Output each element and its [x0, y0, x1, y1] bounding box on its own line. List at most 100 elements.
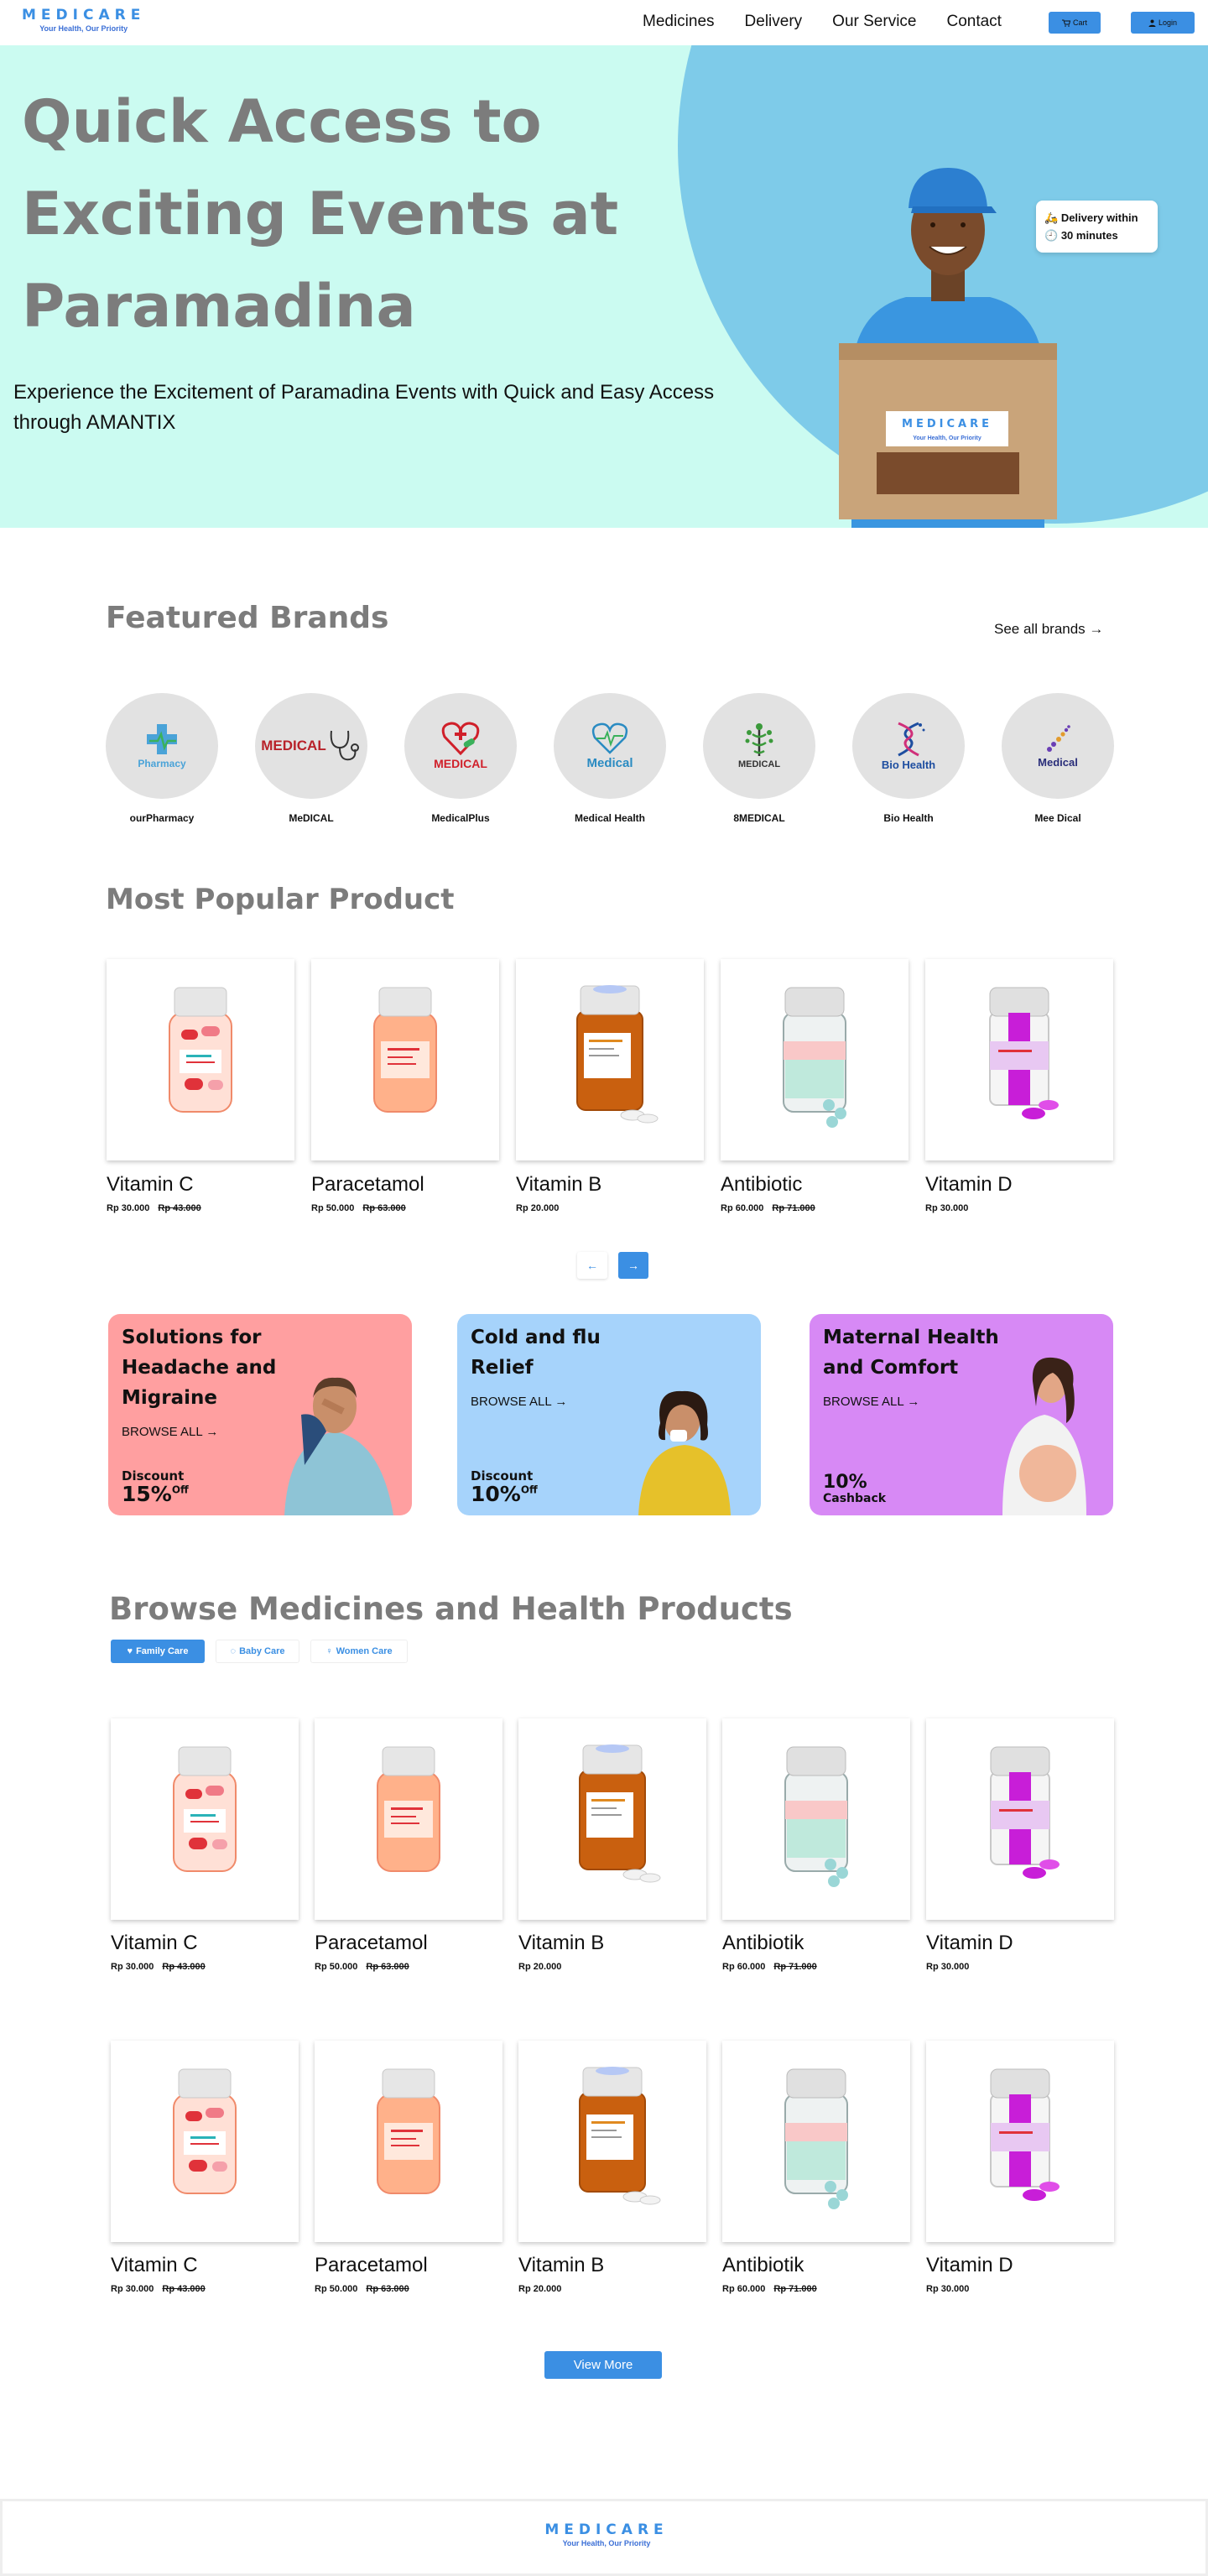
nav-link-contact[interactable]: Contact	[946, 13, 1001, 31]
featured-brands-title: Featured Brands	[106, 601, 389, 635]
cart-button[interactable]: Cart	[1049, 12, 1101, 34]
promo-card-headache[interactable]: Solutions for Headache and Migraine BROW…	[108, 1314, 412, 1515]
brand-item-medical-health[interactable]: Medical Medical Health	[554, 693, 666, 824]
dots-swirl-icon	[1047, 724, 1070, 752]
product-name[interactable]: Paracetamol	[311, 1173, 424, 1197]
product-card[interactable]	[926, 1718, 1114, 1920]
prev-page-button[interactable]: ←	[577, 1252, 607, 1279]
product-price: Rp 20.000	[516, 1203, 560, 1213]
promo-card-maternal[interactable]: Maternal Health and Comfort BROWSE ALL →…	[810, 1314, 1113, 1515]
product-card[interactable]	[518, 2041, 706, 2242]
vitamin-b-bottle-icon	[558, 1739, 667, 1902]
product-name[interactable]: Antibiotik	[722, 1932, 804, 1955]
product-old-price: Rp 71.000	[773, 1962, 817, 1972]
login-button[interactable]: Login	[1131, 12, 1195, 34]
promo-discount-value: 10%Off	[471, 1482, 538, 1506]
product-card[interactable]	[107, 959, 294, 1160]
brand-name: Mee Dical	[1034, 812, 1081, 824]
promo-title: Solutions for Headache and Migraine	[122, 1327, 277, 1409]
product-name[interactable]: Antibiotik	[722, 2254, 804, 2277]
product-price: Rp 30.000	[925, 1203, 969, 1213]
nav-link-medicines[interactable]: Medicines	[643, 13, 715, 31]
promo-discount-value: 15%Off	[122, 1482, 189, 1506]
hero-subtitle: Experience the Excitement of Paramadina …	[13, 381, 715, 434]
delivery-badge: 🛵 Delivery within 🕘 30 minutes	[1036, 201, 1158, 253]
product-old-price: Rp 71.000	[772, 1203, 815, 1213]
brand-name: Bio Health	[883, 812, 934, 824]
product-card[interactable]	[315, 2041, 502, 2242]
paracetamol-bottle-icon	[351, 979, 460, 1143]
product-name[interactable]: Vitamin B	[518, 2254, 604, 2277]
product-name[interactable]: Vitamin C	[111, 1932, 198, 1955]
brand-item-ourpharmacy[interactable]: Pharmacy ourPharmacy	[106, 693, 218, 824]
cart-icon	[1061, 19, 1070, 27]
product-card[interactable]	[315, 1718, 502, 1920]
product-name[interactable]: Vitamin D	[925, 1173, 1013, 1197]
product-card[interactable]	[721, 959, 909, 1160]
logo-tagline: Your Health, Our Priority	[39, 24, 128, 33]
cart-label: Cart	[1072, 18, 1087, 27]
brand-item-medical[interactable]: MEDICAL MeDICAL	[255, 693, 367, 824]
tab-baby-care[interactable]: ◌ Baby Care	[216, 1640, 299, 1663]
woman-with-cold-illustration	[638, 1390, 731, 1515]
antibiotic-bottle-icon	[762, 1739, 871, 1902]
paracetamol-bottle-icon	[354, 1739, 463, 1902]
antibiotic-bottle-icon	[762, 2061, 871, 2224]
brand-item-mee-dical[interactable]: Medical Mee Dical	[1002, 693, 1114, 824]
view-more-button[interactable]: View More	[544, 2351, 662, 2379]
nav-links: Medicines Delivery Our Service Contact	[643, 13, 1002, 31]
product-old-price: Rp 43.000	[158, 1203, 201, 1213]
product-name[interactable]: Antibiotic	[721, 1173, 802, 1197]
caduceus-tree-icon	[745, 723, 773, 756]
user-icon	[1148, 19, 1156, 27]
brand-item-8medical[interactable]: MEDICAL 8MEDICAL	[703, 693, 815, 824]
top-nav: MEDICARE Your Health, Our Priority Medic…	[0, 0, 1208, 45]
product-price: Rp 20.000	[518, 2284, 562, 2294]
product-card[interactable]	[926, 2041, 1114, 2242]
product-name[interactable]: Vitamin C	[107, 1173, 194, 1197]
tab-women-care[interactable]: ♀ Women Care	[310, 1640, 408, 1663]
nav-link-delivery[interactable]: Delivery	[745, 13, 803, 31]
product-name[interactable]: Paracetamol	[315, 1932, 428, 1955]
product-card[interactable]	[722, 1718, 910, 1920]
brand-logo-text: Pharmacy	[138, 758, 186, 769]
footer: MEDICARE Your Health, Our Priority	[0, 2499, 1208, 2576]
product-name[interactable]: Vitamin B	[518, 1932, 604, 1955]
footer-logo-tagline: Your Health, Our Priority	[562, 2539, 651, 2547]
promo-title: Maternal Health and Comfort	[823, 1327, 999, 1379]
product-price: Rp 30.000	[926, 1962, 970, 1972]
product-name[interactable]: Vitamin D	[926, 1932, 1013, 1955]
product-price: Rp 50.000 Rp 63.000	[315, 2284, 409, 2294]
product-card[interactable]	[925, 959, 1113, 1160]
promo-browse-link[interactable]: BROWSE ALL →	[823, 1395, 919, 1409]
brand-logo-text: MEDICAL	[737, 759, 781, 769]
brand-item-bio-health[interactable]: Bio Health Bio Health	[852, 693, 965, 824]
product-name[interactable]: Vitamin B	[516, 1173, 601, 1197]
promo-browse-link[interactable]: BROWSE ALL →	[122, 1425, 218, 1439]
product-name[interactable]: Paracetamol	[315, 2254, 428, 2277]
brand-item-medicalplus[interactable]: MEDICAL MedicalPlus	[404, 693, 517, 824]
footer-logo[interactable]: MEDICARE Your Health, Our Priority	[3, 2521, 1208, 2547]
header-logo[interactable]: MEDICARE Your Health, Our Priority	[22, 7, 145, 33]
product-price: Rp 30.000 Rp 43.000	[111, 2284, 206, 2294]
product-card[interactable]	[111, 1718, 299, 1920]
brand-logo: MEDICAL	[404, 693, 517, 799]
see-all-brands-link[interactable]: See all brands →	[994, 621, 1103, 638]
promo-browse-link[interactable]: BROWSE ALL →	[471, 1395, 567, 1409]
promo-card-cold-flu[interactable]: Cold and flu Relief BROWSE ALL → Discoun…	[457, 1314, 761, 1515]
tab-family-care[interactable]: ♥ Family Care	[111, 1640, 205, 1663]
arrow-right-icon: →	[627, 1259, 639, 1272]
next-page-button[interactable]: →	[618, 1252, 648, 1279]
brand-logo-text: Bio Health	[881, 758, 936, 771]
product-name[interactable]: Vitamin D	[926, 2254, 1013, 2277]
nav-link-our-service[interactable]: Our Service	[832, 13, 916, 31]
product-card[interactable]	[311, 959, 499, 1160]
product-card[interactable]	[516, 959, 704, 1160]
product-name[interactable]: Vitamin C	[111, 2254, 198, 2277]
product-card[interactable]	[518, 1718, 706, 1920]
brand-name: MeDICAL	[289, 812, 334, 824]
product-price: Rp 30.000 Rp 43.000	[111, 1962, 206, 1972]
product-card[interactable]	[722, 2041, 910, 2242]
product-old-price: Rp 63.000	[362, 1203, 406, 1213]
product-card[interactable]	[111, 2041, 299, 2242]
